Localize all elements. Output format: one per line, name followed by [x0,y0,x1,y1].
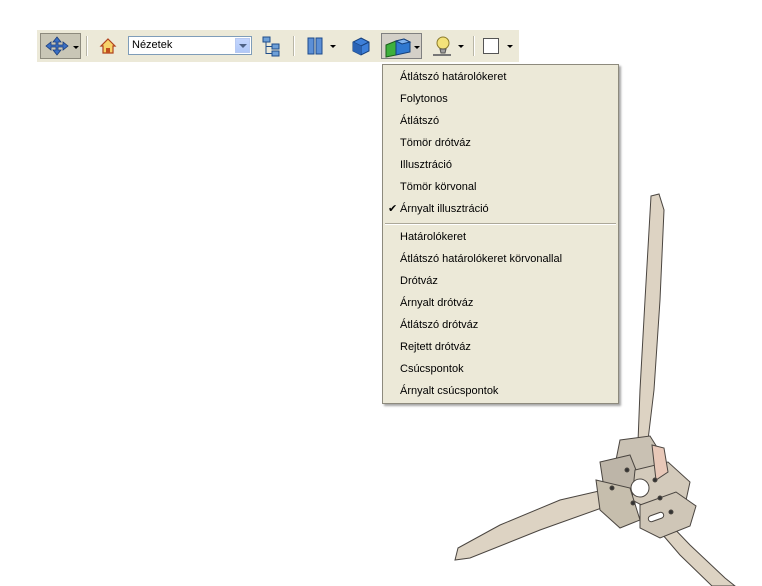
chevron-down-icon [414,46,420,49]
cross-section-button[interactable] [303,35,337,57]
menu-item-solid-outline[interactable]: Tömör körvonal [383,176,618,198]
chevron-down-icon [330,45,336,48]
menu-item-shaded-illustration[interactable]: ✔ Árnyalt illusztráció [383,198,618,220]
views-dropdown[interactable]: Nézetek [128,36,252,55]
bolt [668,509,674,515]
hub-center [630,478,650,498]
menu-item-transparent-bounding-box[interactable]: Átlátszó határolókeret [383,66,618,88]
home-view-button[interactable] [97,35,119,57]
views-dropdown-value: Nézetek [132,39,173,51]
chevron-down-icon [507,45,513,48]
blade-left [454,487,613,561]
menu-item-transparent-wireframe[interactable]: Átlátszó drótváz [383,314,618,336]
render-mode-icon [385,38,412,58]
menu-separator [385,223,616,225]
bolt [657,495,663,501]
menu-item-transparent-bounding-box-outline[interactable]: Átlátszó határolókeret körvonallal [383,248,618,270]
menu-item-bounding-box[interactable]: Határolókeret [383,226,618,248]
chevron-down-icon[interactable] [235,38,250,53]
menu-item-hidden-wireframe[interactable]: Rejtett drótváz [383,336,618,358]
cross-section-icon [307,37,323,55]
3d-toolbar: Nézetek [37,30,519,62]
toolbar-separator [293,36,295,56]
navigate-icon [45,36,69,56]
box-icon [352,37,370,56]
toolbar-separator [473,36,475,56]
menu-item-transparent[interactable]: Átlátszó [383,110,618,132]
bolt [624,467,630,473]
toolbar-separator [86,36,88,56]
background-color-icon [483,38,499,54]
blade-top [637,193,665,443]
render-mode-menu: Átlátszó határolókeret Folytonos Átlátsz… [382,64,619,404]
3d-model-viewport[interactable] [0,0,762,586]
navigate-button[interactable] [40,33,81,59]
menu-item-wireframe[interactable]: Drótváz [383,270,618,292]
bolt [630,500,636,506]
isometric-view-button[interactable] [349,35,373,57]
menu-item-solid[interactable]: Folytonos [383,88,618,110]
model-tree-button[interactable] [260,34,282,58]
menu-item-shaded-wireframe[interactable]: Árnyalt drótváz [383,292,618,314]
menu-item-solid-wireframe[interactable]: Tömör drótváz [383,132,618,154]
menu-item-illustration[interactable]: Illusztráció [383,154,618,176]
chevron-down-icon [73,46,79,49]
bolt [652,477,658,483]
lighting-button[interactable] [428,33,468,59]
model-tree-icon [262,36,280,57]
home-icon [99,38,117,54]
background-color-button[interactable] [480,35,516,57]
bolt [609,485,615,491]
menu-item-shaded-vertices[interactable]: Árnyalt csúcspontok [383,380,618,402]
render-mode-button[interactable] [381,33,422,59]
chevron-down-icon [458,45,464,48]
check-icon: ✔ [388,203,398,215]
menu-item-vertices[interactable]: Csúcspontok [383,358,618,380]
lighting-icon [433,36,451,56]
